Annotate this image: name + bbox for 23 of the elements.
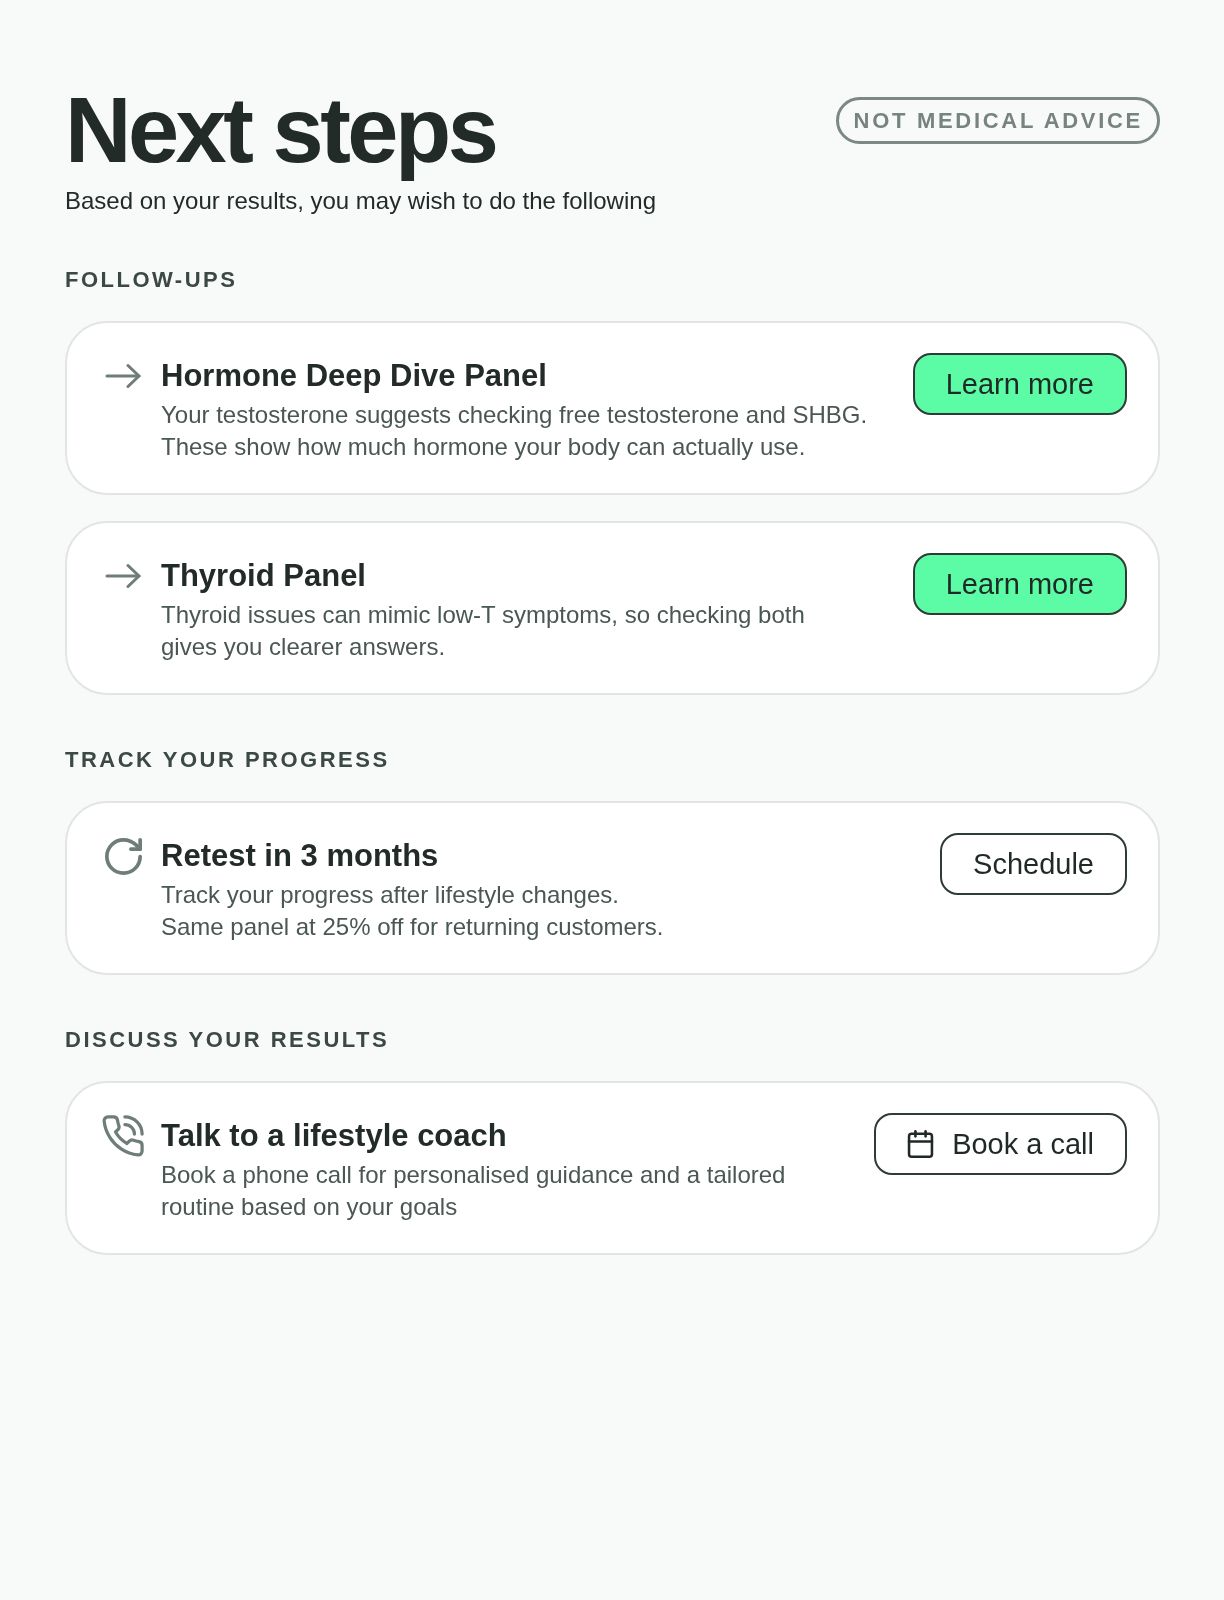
card-title: Retest in 3 months	[161, 837, 440, 875]
action-button[interactable]: Schedule	[940, 833, 1127, 895]
card-title: Talk to a lifestyle coach	[161, 1117, 508, 1155]
action-button[interactable]: Book a call	[874, 1113, 1127, 1175]
card-title: Hormone Deep Dive Panel	[161, 357, 548, 395]
page-title: Next steps	[65, 78, 497, 183]
action-button[interactable]: Learn more	[912, 553, 1127, 615]
card-description: Your testosterone suggests checking free testosterone and SHBG. These show how much hormone your body can actually use.	[161, 400, 869, 462]
section-heading: DISCUSS YOUR RESULTS	[65, 1028, 391, 1052]
card-title: Thyroid Panel	[161, 557, 367, 595]
action-button[interactable]: Learn more	[912, 353, 1127, 415]
page-subtitle: Based on your results, you may wish to do the following	[65, 186, 657, 216]
card-description: Track your progress after lifestyle changes. Same panel at 25% off for returning customers.	[161, 880, 665, 942]
phone-call-icon	[102, 1115, 144, 1157]
section-heading: TRACK YOUR PROGRESS	[65, 748, 391, 772]
refresh-icon	[104, 837, 142, 875]
section-heading: FOLLOW-UPS	[65, 268, 239, 292]
arrow-right-icon	[105, 563, 141, 589]
calendar-icon	[907, 1130, 935, 1158]
card-description: Thyroid issues can mimic low-T symptoms, so checking both gives you clearer answers.	[161, 600, 806, 662]
arrow-right-icon	[105, 363, 141, 389]
disclaimer-badge: NOT MEDICAL ADVICE	[835, 97, 1160, 144]
card-description: Book a phone call for personalised guidance and a tailored routine based on your goals	[161, 1160, 787, 1222]
